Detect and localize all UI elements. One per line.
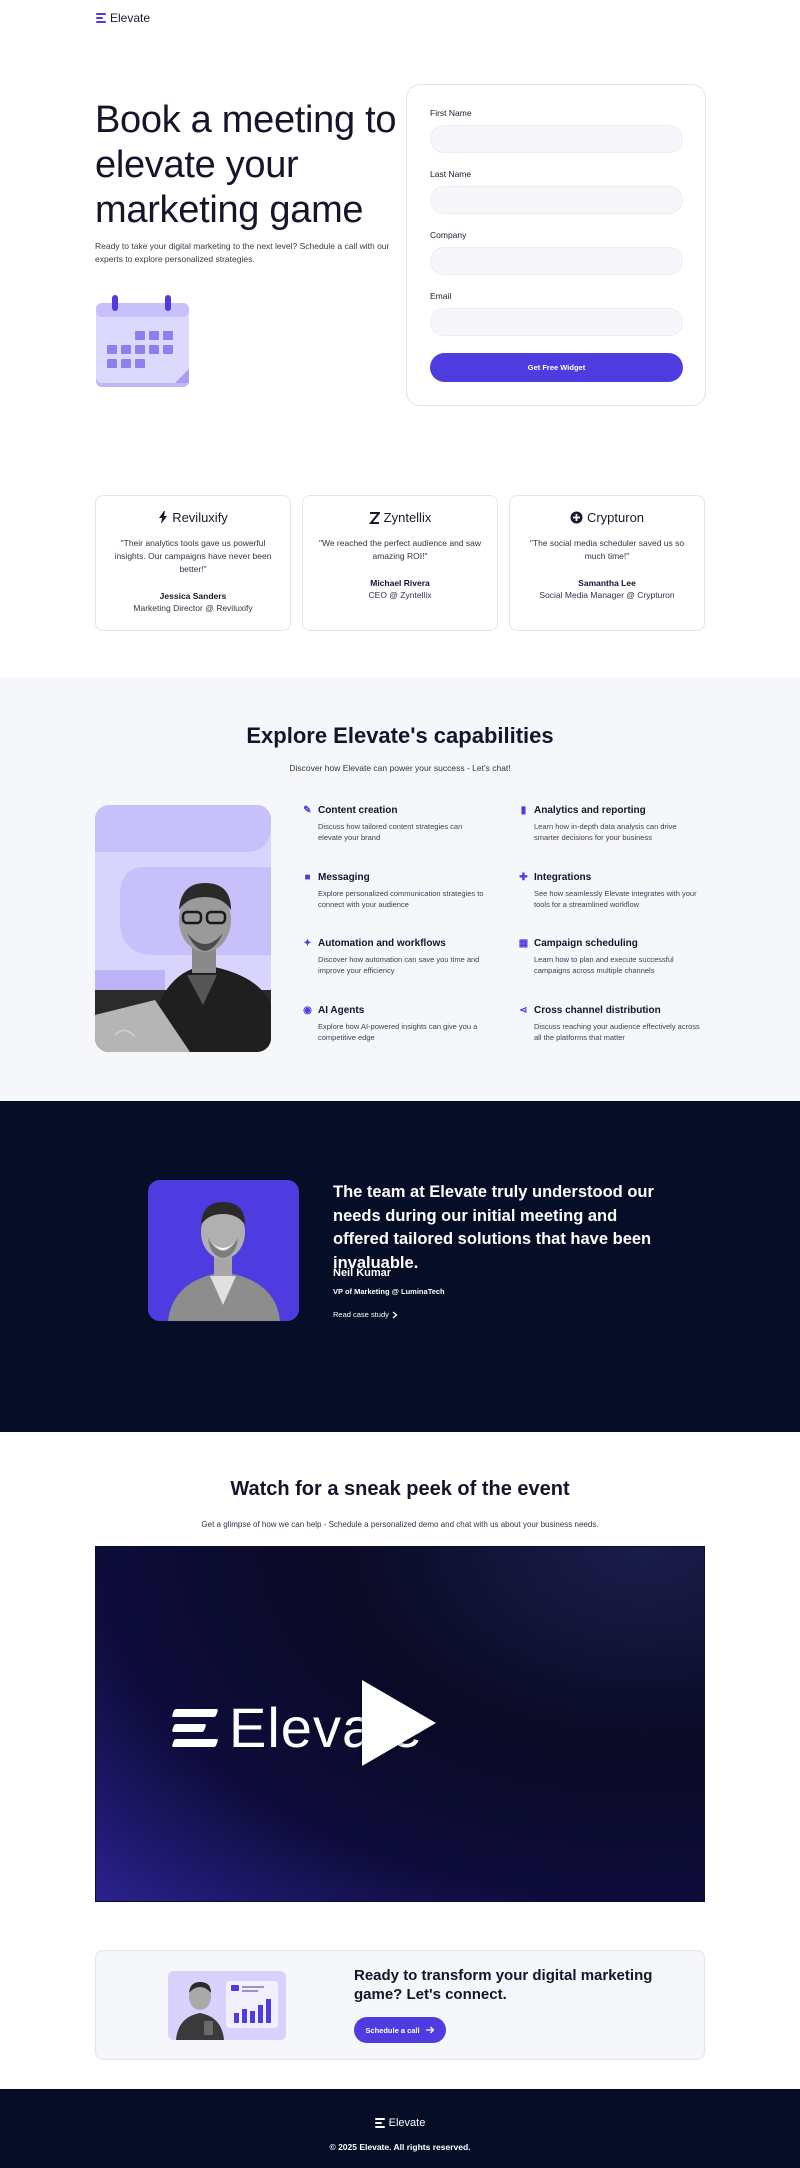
capability-title: Integrations bbox=[534, 872, 592, 883]
capability-title: Cross channel distribution bbox=[534, 1005, 661, 1016]
robot-icon: ◉ bbox=[303, 1005, 312, 1016]
read-case-study-link[interactable]: Read case study bbox=[333, 1310, 398, 1319]
elevate-logo-icon bbox=[96, 13, 106, 23]
capability-desc: Discover how automation can save you tim… bbox=[318, 955, 480, 975]
video-subtitle: Get a glimpse of how we can help - Sched… bbox=[201, 1520, 599, 1529]
play-icon[interactable] bbox=[362, 1680, 436, 1766]
capability-desc: Learn how to plan and execute successful… bbox=[534, 955, 674, 975]
first-name-field[interactable] bbox=[430, 125, 683, 153]
capabilities-title: Explore Elevate's capabilities bbox=[246, 723, 554, 748]
page: Elevate Book a meeting to elevate your m… bbox=[0, 0, 800, 2168]
brand-name: Reviluxify bbox=[172, 510, 228, 525]
brand-logo: Reviluxify bbox=[96, 510, 290, 525]
brand-name: Crypturon bbox=[586, 510, 645, 525]
brand-logo: Zyntellix bbox=[303, 510, 497, 525]
capability-title: AI Agents bbox=[318, 1005, 365, 1016]
capabilities-subtitle: Discover how Elevate can power your succ… bbox=[289, 763, 511, 773]
plus-circle-icon bbox=[570, 511, 583, 524]
capability-scheduling: ▦ Campaign scheduling Learn how to plan a… bbox=[518, 938, 703, 976]
capability-desc: Learn how in-depth data analysis can dri… bbox=[534, 822, 677, 842]
footer-logo-text: Elevate bbox=[388, 2117, 426, 2129]
testimonial-quote: "Their analytics tools gave us powerful … bbox=[114, 538, 272, 574]
pen-ruler-icon: ✎ bbox=[303, 805, 312, 816]
footer-copyright: © 2025 Elevate. All rights reserved. bbox=[329, 2142, 471, 2152]
company-field[interactable] bbox=[430, 247, 683, 275]
company-label: Company bbox=[430, 230, 467, 240]
header-logo[interactable]: Elevate bbox=[96, 10, 150, 26]
testimonial-quote: "We reached the perfect audience and saw… bbox=[318, 538, 482, 561]
brand-name: Zyntellix bbox=[383, 510, 432, 525]
brand-logo: Crypturon bbox=[510, 510, 704, 525]
read-case-study-label: Read case study bbox=[333, 1310, 389, 1319]
get-free-widget-button[interactable]: Get Free Widget bbox=[430, 353, 683, 382]
last-name-label: Last Name bbox=[430, 169, 472, 179]
capability-title: Automation and workflows bbox=[318, 938, 446, 949]
capability-desc: See how seamlessly Elevate integrates wi… bbox=[534, 889, 697, 909]
puzzle-icon: ✚ bbox=[519, 872, 528, 883]
first-name-label: First Name bbox=[430, 108, 472, 118]
cta-title: Ready to transform your digital marketin… bbox=[354, 1967, 653, 2003]
capability-title: Messaging bbox=[318, 872, 370, 883]
hero-subtitle: Ready to take your digital marketing to … bbox=[95, 241, 390, 264]
elevate-logo-icon bbox=[171, 1708, 219, 1747]
z-logo-icon bbox=[368, 511, 380, 524]
meeting-form: First Name Last Name Company Email Get F… bbox=[406, 84, 706, 406]
capability-title: Campaign scheduling bbox=[534, 938, 638, 949]
capability-desc: Explore personalized communication strat… bbox=[318, 889, 484, 909]
message-icon: ■ bbox=[304, 872, 311, 883]
arrow-right-icon bbox=[425, 2026, 435, 2034]
capability-analytics: ▮ Analytics and reporting Learn how in-de… bbox=[518, 805, 703, 843]
calendar-icon bbox=[95, 295, 191, 394]
email-field[interactable] bbox=[430, 308, 683, 336]
capability-ai-agents: ◉ AI Agents Explore how AI-powered insigh… bbox=[302, 1005, 487, 1043]
capability-integrations: ✚ Integrations See how seamlessly Elevate… bbox=[518, 872, 703, 910]
hero-title: Book a meeting to elevate your marketing… bbox=[95, 99, 397, 231]
magic-wand-icon: ✦ bbox=[303, 938, 312, 949]
logo-text: Elevate bbox=[110, 11, 151, 25]
share-icon: ⋖ bbox=[519, 1005, 528, 1016]
capability-distribution: ⋖ Cross channel distribution Discuss reac… bbox=[518, 1005, 703, 1043]
testimonial-role: Social Media Manager @ Crypturon bbox=[539, 590, 675, 600]
case-quote-role: VP of Marketing @ LuminaTech bbox=[333, 1287, 445, 1296]
capability-messaging: ■ Messaging Explore personalized communic… bbox=[302, 872, 487, 910]
footer-logo[interactable]: Elevate bbox=[0, 2117, 800, 2129]
testimonial-name: Michael Rivera bbox=[370, 578, 430, 588]
email-label: Email bbox=[430, 291, 452, 301]
elevate-logo-icon bbox=[374, 2118, 385, 2128]
testimonial-name: Jessica Sanders bbox=[159, 591, 227, 601]
chevron-right-icon bbox=[392, 1310, 398, 1319]
capability-content-creation: ✎ Content creation Discuss how tailored c… bbox=[302, 805, 487, 843]
capability-desc: Discuss how tailored content strategies … bbox=[318, 822, 463, 842]
testimonial-quote: "The social media scheduler saved us so … bbox=[529, 538, 685, 561]
testimonial-role: CEO @ Zyntellix bbox=[368, 590, 432, 600]
schedule-call-label: Schedule a call bbox=[365, 2025, 420, 2035]
testimonial-name: Samantha Lee bbox=[578, 578, 636, 588]
capability-title: Content creation bbox=[318, 805, 398, 816]
last-name-field[interactable] bbox=[430, 186, 683, 214]
testimonial-photo bbox=[148, 1180, 299, 1321]
capability-title: Analytics and reporting bbox=[534, 805, 646, 816]
capabilities-photo bbox=[95, 805, 271, 1052]
testimonial-card: Crypturon "The social media scheduler sa… bbox=[509, 495, 705, 631]
testimonial-role: Marketing Director @ Reviluxify bbox=[133, 603, 253, 613]
cta-illustration bbox=[168, 1971, 286, 2040]
capability-automation: ✦ Automation and workflows Discover how a… bbox=[302, 938, 487, 976]
lightning-icon bbox=[159, 511, 168, 524]
case-quote-name: Neil Kumar bbox=[333, 1267, 392, 1279]
testimonial-card: Reviluxify "Their analytics tools gave u… bbox=[95, 495, 291, 631]
bar-chart-icon: ▮ bbox=[520, 805, 527, 816]
capability-desc: Discuss reaching your audience effective… bbox=[534, 1022, 700, 1042]
schedule-call-button[interactable]: Schedule a call bbox=[354, 2017, 446, 2043]
capability-desc: Explore how AI-powered insights can give… bbox=[318, 1022, 478, 1042]
case-quote-text: The team at Elevate truly understood our… bbox=[333, 1183, 654, 1272]
testimonial-card: Zyntellix "We reached the perfect audien… bbox=[302, 495, 498, 631]
video-title: Watch for a sneak peek of the event bbox=[230, 1478, 570, 1500]
calendar-icon: ▦ bbox=[518, 938, 529, 949]
